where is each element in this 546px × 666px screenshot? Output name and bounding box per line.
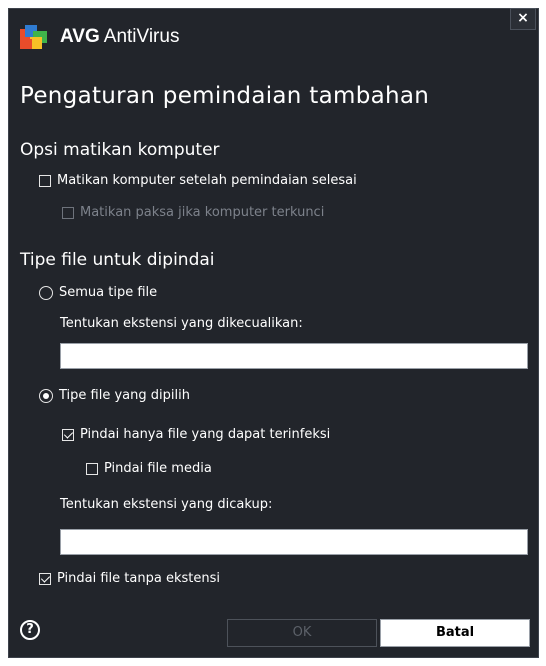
app-title-brand: AVG: [60, 26, 100, 47]
all-file-types-radio[interactable]: Semua tipe file: [39, 285, 157, 300]
app-title-product: AntiVirus: [103, 26, 180, 47]
force-shutdown-checkbox: Matikan paksa jika komputer terkunci: [62, 205, 324, 220]
radio-circle[interactable]: [39, 388, 53, 403]
checkbox-box[interactable]: [62, 428, 74, 441]
selected-file-types-radio[interactable]: Tipe file yang dipilih: [39, 388, 190, 403]
app-title: AVG AntiVirus: [60, 26, 179, 48]
cancel-button[interactable]: Batal: [380, 619, 530, 647]
no-extension-checkbox[interactable]: Pindai file tanpa ekstensi: [39, 571, 220, 586]
inclusions-input[interactable]: [60, 529, 528, 555]
checkbox-box[interactable]: [86, 462, 98, 475]
checkbox-label: Pindai hanya file yang dapat terinfeksi: [80, 427, 331, 442]
checkbox-label: Pindai file media: [104, 461, 212, 476]
checkbox-label: Matikan komputer setelah pemindaian sele…: [57, 173, 357, 188]
avg-dialog-window: × AVG AntiVirus Pengaturan pemindaian tam…: [0, 0, 546, 666]
checkbox-box[interactable]: [39, 174, 51, 187]
radio-circle[interactable]: [39, 285, 53, 300]
checkbox-label: Pindai file tanpa ekstensi: [57, 571, 220, 586]
checkbox-box[interactable]: [39, 572, 51, 585]
checkbox-label: Matikan paksa jika komputer terkunci: [80, 205, 325, 220]
section-title-file-types: Tipe file untuk dipindai: [20, 250, 215, 270]
media-files-checkbox[interactable]: Pindai file media: [86, 461, 212, 476]
inclusions-label: Tentukan ekstensi yang dicakup:: [60, 497, 273, 512]
close-button[interactable]: ×: [510, 8, 536, 30]
radio-label: Semua tipe file: [59, 285, 158, 300]
radio-label: Tipe file yang dipilih: [59, 388, 190, 403]
avg-logo-icon: [20, 25, 47, 49]
section-title-shutdown: Opsi matikan komputer: [20, 140, 220, 160]
shutdown-after-scan-checkbox[interactable]: Matikan komputer setelah pemindaian sele…: [39, 173, 357, 188]
help-icon[interactable]: ?: [20, 620, 40, 640]
exclusions-input[interactable]: [60, 343, 528, 369]
ok-button[interactable]: OK: [227, 619, 377, 647]
infectable-only-checkbox[interactable]: Pindai hanya file yang dapat terinfeksi: [62, 427, 330, 442]
page-title: Pengaturan pemindaian tambahan: [20, 83, 430, 109]
checkbox-box: [62, 206, 74, 219]
exclusions-label: Tentukan ekstensi yang dikecualikan:: [60, 316, 303, 331]
